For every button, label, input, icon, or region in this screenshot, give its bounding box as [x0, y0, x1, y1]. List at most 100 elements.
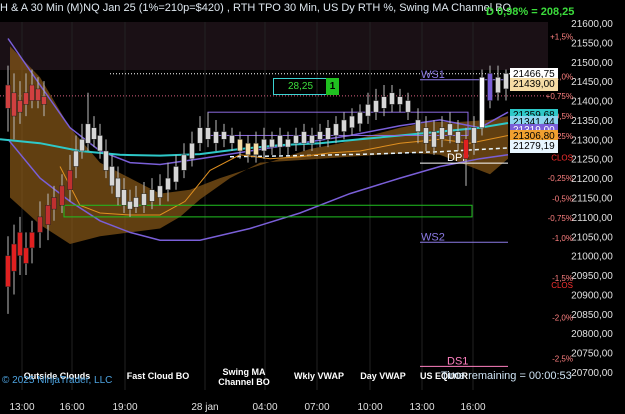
candle-body — [41, 96, 47, 105]
candle-body — [341, 119, 347, 132]
candle-body — [109, 166, 115, 187]
candle-body — [91, 127, 97, 140]
time-axis-label: 04:00 — [252, 402, 277, 413]
price-axis-label: 20950,00 — [571, 271, 613, 282]
pivot-level-label: WS1 — [421, 69, 445, 81]
upper-zone — [0, 22, 548, 70]
candle-body — [365, 104, 371, 117]
candle-body — [149, 189, 155, 202]
candle-body — [17, 100, 23, 113]
percent-level-label: CLOS — [551, 154, 573, 163]
day-vwap-button[interactable]: Day VWAP — [354, 365, 412, 387]
candle-body — [221, 131, 227, 140]
percent-level-label: CLOS — [551, 281, 573, 290]
candle-body — [11, 92, 17, 117]
candle-body — [173, 166, 179, 183]
candle-body — [381, 96, 387, 109]
price-axis-label: 20850,00 — [571, 310, 613, 321]
percent-level-label: -0,5% — [552, 194, 573, 203]
candle-body — [205, 127, 211, 140]
price-tag: 21439,00 — [510, 78, 558, 92]
fast-cloud-bo-button[interactable]: Fast Cloud BO — [117, 365, 199, 387]
candle-body — [301, 131, 307, 144]
candle-body — [285, 139, 291, 148]
candle-body — [51, 197, 57, 210]
candle-body — [423, 127, 429, 144]
price-axis-label: 21200,00 — [571, 174, 613, 185]
candle-body — [127, 201, 133, 210]
candle-body — [317, 131, 323, 140]
candle-body — [79, 139, 85, 152]
trade-value-box[interactable]: 28,25 — [273, 78, 328, 95]
candle-body — [73, 150, 79, 167]
price-axis-label: 20900,00 — [571, 290, 613, 301]
price-tag: 21279,19 — [510, 140, 558, 154]
weekly-vwap-button[interactable]: Wkly VWAP — [289, 365, 349, 387]
candle-body — [439, 127, 445, 140]
time-axis-label: 19:00 — [112, 402, 137, 413]
candle-body — [133, 197, 139, 208]
daily-change-stat: D 0,98% = 208,25 — [486, 6, 575, 18]
pivot-level-label: WS2 — [421, 231, 445, 243]
candle-body — [45, 205, 51, 225]
time-axis-label: 28 jan — [191, 402, 218, 413]
candle-body — [37, 216, 43, 233]
candle-body — [5, 255, 11, 287]
bar-timer: Time remaining = 00:00:53 — [441, 370, 572, 382]
candle-body — [23, 247, 29, 264]
candle-body — [495, 77, 501, 94]
time-axis-label: 16:00 — [460, 402, 485, 413]
percent-level-label: +1,5% — [550, 33, 573, 42]
candle-body — [309, 135, 315, 144]
candle-body — [17, 232, 23, 256]
price-axis-label: 21000,00 — [571, 252, 613, 263]
candle-body — [397, 96, 403, 105]
percent-level-label: -0,75% — [548, 214, 573, 223]
price-axis-label: 21450,00 — [571, 77, 613, 88]
candle-body — [325, 127, 331, 140]
candle-body — [29, 84, 35, 101]
candle-body — [357, 111, 363, 125]
price-axis-label: 21100,00 — [572, 213, 613, 224]
time-axis-label: 13:00 — [409, 402, 434, 413]
candle-body — [431, 131, 437, 148]
percent-level-label: +0,75% — [546, 92, 573, 101]
candle-body — [103, 150, 109, 171]
candle-body — [253, 142, 259, 156]
candle-body — [333, 123, 339, 136]
candle-body — [447, 123, 453, 136]
price-axis-label: 21300,00 — [571, 135, 613, 146]
candle-body — [487, 73, 493, 101]
candle-body — [213, 131, 219, 144]
candle-body — [455, 131, 461, 144]
price-axis-label: 20700,00 — [571, 368, 613, 379]
time-axis-label: 07:00 — [304, 402, 329, 413]
candle-body — [141, 193, 147, 206]
candle-body — [503, 73, 509, 90]
candle-body — [189, 142, 195, 159]
candle-body — [293, 135, 299, 144]
price-axis-label: 21550,00 — [571, 38, 613, 49]
price-axis-label: 20750,00 — [571, 349, 613, 360]
candle-body — [121, 189, 127, 206]
candle-body — [197, 127, 203, 144]
time-axis-label: 10:00 — [357, 402, 382, 413]
candle-body — [389, 92, 395, 105]
price-axis-label: 21400,00 — [571, 97, 613, 108]
time-axis-label: 13:00 — [9, 402, 34, 413]
candle-body — [67, 170, 73, 190]
copyright-notice: © 2025 NinjaTrader, LLC — [2, 375, 113, 386]
trade-quantity-badge[interactable]: 1 — [326, 78, 339, 95]
candle-body — [181, 154, 187, 171]
candle-body — [471, 127, 477, 144]
price-chart[interactable]: 21600,00 21550,00 21500,00 21450,00 21400,00… — [0, 0, 625, 414]
swing-ma-channel-bo-button[interactable]: Swing MA Channel BO — [204, 365, 284, 389]
candle-body — [229, 135, 235, 144]
price-axis-label: 20800,00 — [571, 329, 613, 340]
price-axis-label: 21050,00 — [571, 232, 613, 243]
price-axis-label: 21500,00 — [571, 58, 613, 69]
candle-body — [85, 123, 91, 144]
percent-level-label: -2,5% — [552, 354, 573, 363]
candle-body — [5, 84, 11, 109]
candle-body — [277, 135, 283, 148]
